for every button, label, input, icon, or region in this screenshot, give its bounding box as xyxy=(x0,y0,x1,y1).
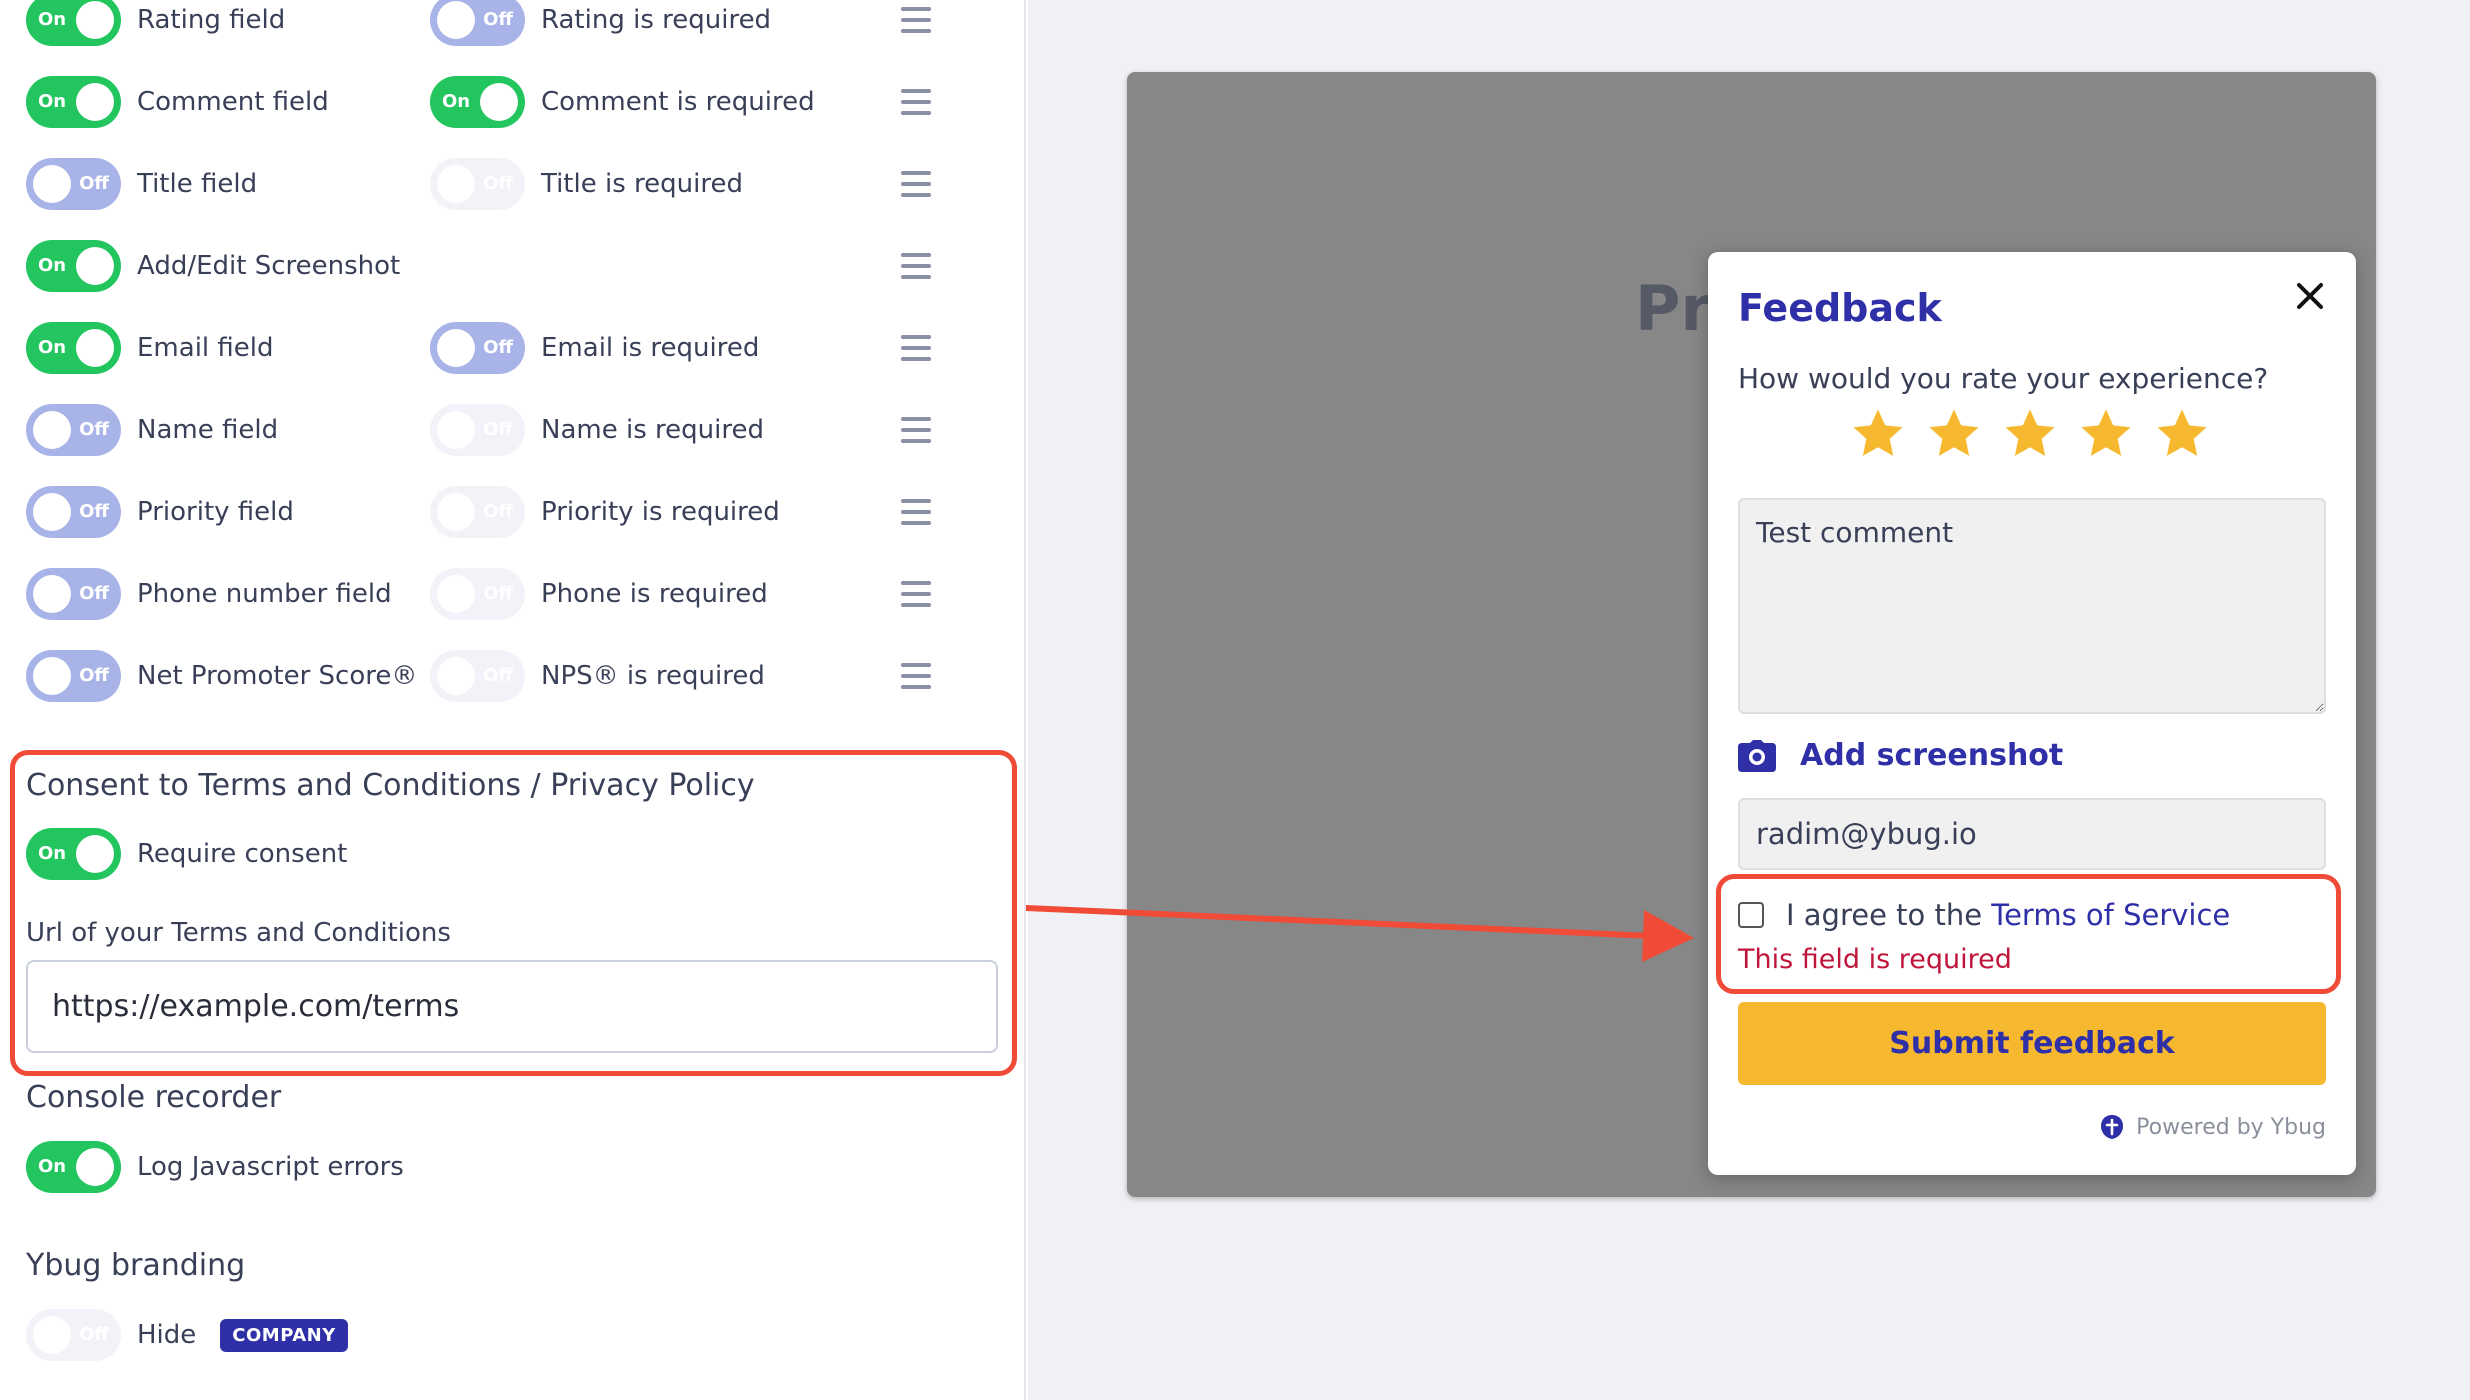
field-toggle[interactable]: Off xyxy=(26,404,121,456)
consent-error-highlight-box xyxy=(1716,874,2341,994)
log-js-errors-label: Log Javascript errors xyxy=(137,1152,404,1182)
field-row: On Email field xyxy=(26,322,274,374)
field-row: Off Title field xyxy=(26,158,257,210)
field-label: Net Promoter Score® xyxy=(137,661,418,691)
required-toggle[interactable]: Off xyxy=(430,158,525,210)
field-row: On Comment field xyxy=(26,76,329,128)
required-row: Off NPS® is required xyxy=(430,650,765,702)
required-row: Off Rating is required xyxy=(430,0,771,46)
field-label: Name field xyxy=(137,415,279,445)
branding-heading: Ybug branding xyxy=(26,1248,246,1283)
field-row: Off Net Promoter Score® xyxy=(26,650,417,702)
star-icon[interactable] xyxy=(1850,406,1906,462)
required-label: Comment is required xyxy=(541,87,815,117)
required-toggle[interactable]: Off xyxy=(430,0,525,46)
required-label: Phone is required xyxy=(541,579,768,609)
add-screenshot-button[interactable]: Add screenshot xyxy=(1738,738,2063,773)
company-badge: COMPANY xyxy=(220,1318,348,1352)
field-toggle[interactable]: On xyxy=(26,240,121,292)
consent-heading: Consent to Terms and Conditions / Privac… xyxy=(26,768,755,803)
powered-by[interactable]: Powered by Ybug xyxy=(2100,1114,2326,1140)
required-row: Off Name is required xyxy=(430,404,764,456)
required-row: On Comment is required xyxy=(430,76,815,128)
hide-branding-toggle[interactable]: Off xyxy=(26,1309,121,1361)
drag-handle-icon[interactable] xyxy=(901,253,931,279)
add-screenshot-label: Add screenshot xyxy=(1800,738,2064,773)
required-label: Title is required xyxy=(541,169,743,199)
required-label: Rating is required xyxy=(541,5,772,35)
star-icon[interactable] xyxy=(1926,406,1982,462)
star-icon[interactable] xyxy=(2002,406,2058,462)
field-label: Comment field xyxy=(137,87,329,117)
required-row: Off Email is required xyxy=(430,322,759,374)
drag-handle-icon[interactable] xyxy=(901,89,931,115)
hide-branding-label: Hide xyxy=(137,1320,197,1350)
field-row: Off Phone number field xyxy=(26,568,392,620)
settings-panel: On Rating field Off Rating is required On Com… xyxy=(0,0,1026,1400)
field-label: Email field xyxy=(137,333,274,363)
powered-by-text: Powered by Ybug xyxy=(2136,1114,2326,1140)
field-toggle[interactable]: Off xyxy=(26,158,121,210)
ybug-logo-icon xyxy=(2101,1115,2124,1139)
drag-handle-icon[interactable] xyxy=(901,335,931,361)
field-toggle[interactable]: On xyxy=(26,76,121,128)
email-input[interactable] xyxy=(1738,798,2326,870)
drag-handle-icon[interactable] xyxy=(901,581,931,607)
widget-title: Feedback xyxy=(1738,286,1942,330)
field-toggle[interactable]: Off xyxy=(26,486,121,538)
drag-handle-icon[interactable] xyxy=(901,171,931,197)
require-consent-label: Require consent xyxy=(137,839,348,869)
comment-textarea[interactable] xyxy=(1738,498,2326,714)
feedback-widget: Feedback How would you rate your experie… xyxy=(1708,252,2356,1175)
field-label: Rating field xyxy=(137,5,286,35)
field-label: Add/Edit Screenshot xyxy=(137,251,401,281)
field-label: Phone number field xyxy=(137,579,392,609)
branding-toggle-row: Off Hide COMPANY xyxy=(26,1309,348,1361)
required-toggle[interactable]: Off xyxy=(430,322,525,374)
console-toggle-row: On Log Javascript errors xyxy=(26,1141,404,1193)
field-toggle[interactable]: Off xyxy=(26,650,121,702)
require-consent-toggle[interactable]: On xyxy=(26,828,121,880)
required-label: Priority is required xyxy=(541,497,780,527)
required-toggle[interactable]: Off xyxy=(430,568,525,620)
console-heading: Console recorder xyxy=(26,1080,282,1115)
stage-title: Pr xyxy=(1635,272,1712,345)
field-toggle[interactable]: On xyxy=(26,0,121,46)
field-row: On Rating field xyxy=(26,0,285,46)
terms-url-input[interactable] xyxy=(26,960,998,1053)
required-toggle[interactable]: On xyxy=(430,76,525,128)
drag-handle-icon[interactable] xyxy=(901,663,931,689)
drag-handle-icon[interactable] xyxy=(901,7,931,33)
required-row: Off Phone is required xyxy=(430,568,768,620)
star-icon[interactable] xyxy=(2154,406,2210,462)
required-label: NPS® is required xyxy=(541,661,765,691)
required-label: Name is required xyxy=(541,415,764,445)
required-label: Email is required xyxy=(541,333,760,363)
log-js-errors-toggle[interactable]: On xyxy=(26,1141,121,1193)
rating-question: How would you rate your experience? xyxy=(1738,362,2269,395)
required-toggle[interactable]: Off xyxy=(430,404,525,456)
field-toggle[interactable]: Off xyxy=(26,568,121,620)
drag-handle-icon[interactable] xyxy=(901,417,931,443)
terms-url-label: Url of your Terms and Conditions xyxy=(26,918,451,948)
field-label: Title field xyxy=(137,169,258,199)
drag-handle-icon[interactable] xyxy=(901,499,931,525)
submit-feedback-button[interactable]: Submit feedback xyxy=(1738,1002,2326,1085)
star-icon[interactable] xyxy=(2078,406,2134,462)
camera-icon xyxy=(1738,739,1776,772)
field-label: Priority field xyxy=(137,497,294,527)
star-rating xyxy=(1850,406,2210,462)
required-toggle[interactable]: Off xyxy=(430,650,525,702)
field-toggle[interactable]: On xyxy=(26,322,121,374)
field-row: On Add/Edit Screenshot xyxy=(26,240,400,292)
required-row: Off Priority is required xyxy=(430,486,780,538)
consent-toggle-row: On Require consent xyxy=(26,828,347,880)
field-row: Off Priority field xyxy=(26,486,294,538)
required-row: Off Title is required xyxy=(430,158,743,210)
required-toggle[interactable]: Off xyxy=(430,486,525,538)
field-row: Off Name field xyxy=(26,404,278,456)
close-icon[interactable] xyxy=(2294,280,2326,312)
